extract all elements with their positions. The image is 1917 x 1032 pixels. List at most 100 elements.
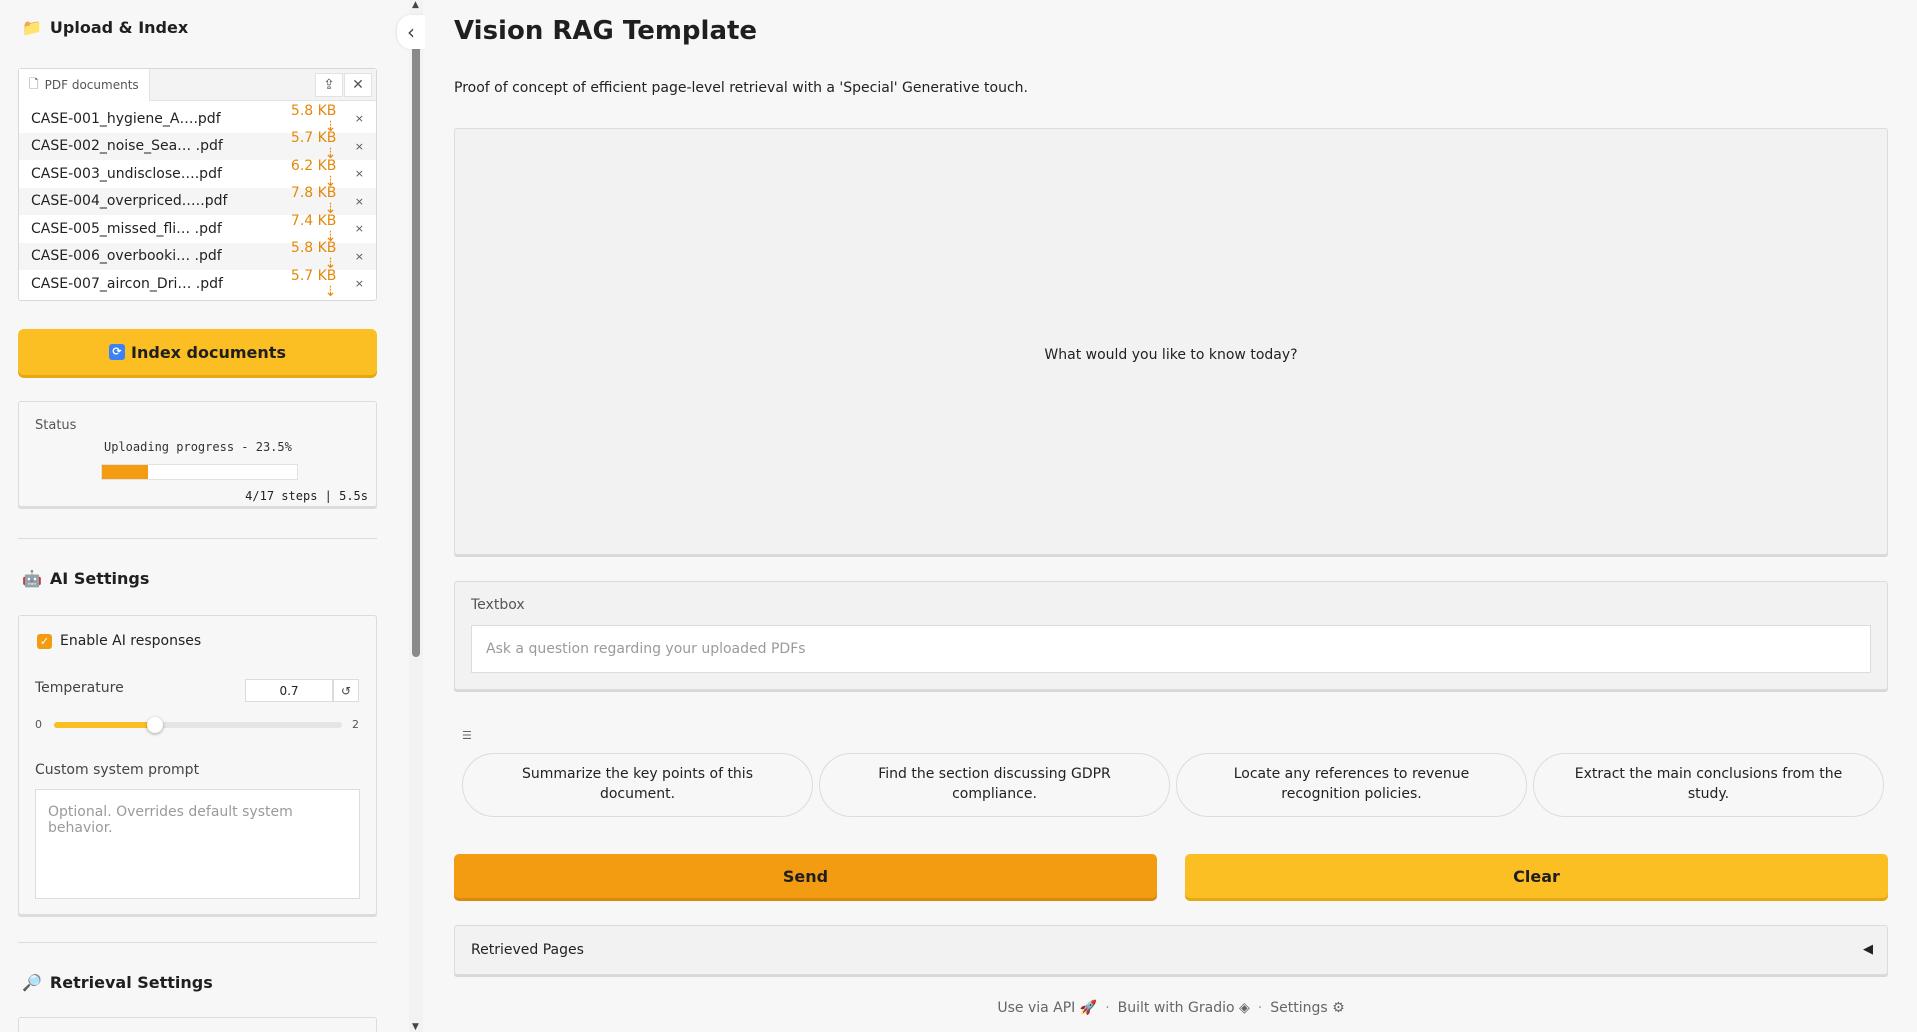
ai-settings-panel: ✓ Enable AI responses Temperature 0.7 ↺ … [18,615,377,915]
file-icon: 🗋 [29,76,39,91]
file-name: CASE-001_hygiene_A….pdf [31,110,221,127]
textbox-panel: Textbox Ask a question regarding your up… [454,581,1888,690]
collapse-sidebar-button[interactable]: ‹ [397,15,425,49]
upload-index-title: Upload & Index [49,18,189,37]
use-via-api-link[interactable]: Use via API 🚀 [997,1000,1097,1016]
file-name: CASE-004_overpriced.….pdf [31,193,228,210]
rocket-icon: 🚀 [1079,1000,1098,1016]
file-size-download-link[interactable]: 5.7 KB ⇣ [277,268,337,300]
sidebar-scrollbar[interactable]: ▲ ▼ [409,0,423,1032]
scroll-down-icon[interactable]: ▼ [412,1022,419,1032]
file-row[interactable]: CASE-001_hygiene_A….pdf 5.8 KB ⇣ × [19,103,376,135]
list-icon: ☰ [462,729,472,742]
sidebar: 📁 Upload & Index 🗋 PDF documents ⇪ ✕ CAS… [0,0,397,1032]
gear-icon: ⚙ [1332,1000,1345,1016]
custom-prompt-label: Custom system prompt [35,762,200,778]
file-name: CASE-007_aircon_Dri… .pdf [31,275,223,292]
progress-bar [101,464,298,480]
footer-separator: · [1105,1000,1110,1016]
pdf-documents-tab[interactable]: 🗋 PDF documents [19,69,150,101]
send-button[interactable]: Send [454,854,1157,898]
pdf-documents-tab-label: PDF documents [44,78,139,92]
retrieved-pages-accordion[interactable]: Retrieved Pages ◀ [454,925,1888,975]
retrieval-settings-panel [18,1017,377,1032]
file-panel-tabbar: 🗋 PDF documents ⇪ ✕ [19,69,376,101]
index-documents-label: Index documents [131,342,286,362]
reset-icon[interactable]: ↺ [333,679,359,702]
file-name: CASE-005_missed_fli… .pdf [31,220,222,237]
scroll-up-icon[interactable]: ▲ [412,0,419,10]
settings-label: Settings [1270,1000,1328,1016]
file-name: CASE-006_overbooki… .pdf [31,248,222,265]
status-panel: Status Uploading progress - 23.5% 4/17 s… [18,401,377,507]
section-divider [18,538,377,539]
page-subtitle: Proof of concept of efficient page-level… [454,80,1028,96]
retrieval-settings-header: 🔎 Retrieval Settings [22,973,213,992]
folder-icon: 📁 [22,18,42,37]
remove-file-icon[interactable]: × [336,222,364,235]
gradio-logo-icon: ◈ [1238,1000,1250,1016]
ai-settings-header: 🤖 AI Settings [22,569,149,588]
file-list: CASE-001_hygiene_A….pdf 5.8 KB ⇣ × CASE-002… [19,101,376,300]
remove-file-icon[interactable]: × [336,167,364,180]
section-divider [18,942,377,943]
temperature-input[interactable]: 0.7 [245,679,333,702]
temperature-max: 2 [352,718,359,731]
progress-steps: 4/17 steps | 5.5s [245,489,368,503]
refresh-icon: ⟳ [109,344,126,360]
temperature-min: 0 [35,718,42,731]
progress-bar-fill [102,465,148,479]
index-documents-button[interactable]: ⟳ Index documents [18,329,377,375]
question-input[interactable]: Ask a question regarding your uploaded P… [471,625,1871,673]
example-gdpr[interactable]: Find the section discussing GDPR complia… [819,753,1170,817]
status-label: Status [35,418,77,433]
remove-file-icon[interactable]: × [336,277,364,290]
pdf-file-panel: 🗋 PDF documents ⇪ ✕ CASE-001_hygiene_A….… [18,68,377,301]
file-row[interactable]: CASE-002_noise_Sea… .pdf 5.7 KB ⇣ × [19,130,376,162]
upload-icon[interactable]: ⇪ [315,73,343,97]
temperature-slider[interactable] [54,722,342,728]
main-panel: Vision RAG Template Proof of concept of … [425,0,1917,1032]
enable-ai-checkbox[interactable]: ✓ [37,634,52,649]
example-summarize[interactable]: Summarize the key points of this documen… [462,753,813,817]
settings-link[interactable]: Settings ⚙ [1270,1000,1344,1016]
file-row[interactable]: CASE-006_overbooki… .pdf 5.8 KB ⇣ × [19,240,376,272]
temperature-slider-fill [54,722,155,728]
chat-area: What would you like to know today? [454,128,1888,555]
file-name: CASE-002_noise_Sea… .pdf [31,138,223,155]
example-revenue[interactable]: Locate any references to revenue recogni… [1176,753,1527,817]
retrieved-pages-label: Retrieved Pages [471,942,584,958]
remove-file-icon[interactable]: × [336,250,364,263]
temperature-slider-thumb[interactable] [146,717,163,733]
remove-file-icon[interactable]: × [336,195,364,208]
textbox-label: Textbox [471,597,525,613]
custom-prompt-textarea[interactable]: Optional. Overrides default system behav… [35,789,360,899]
example-conclusions[interactable]: Extract the main conclusions from the st… [1533,753,1884,817]
remove-file-icon[interactable]: × [336,140,364,153]
file-name: CASE-003_undisclose….pdf [31,165,222,182]
remove-file-icon[interactable]: × [336,112,364,125]
retrieval-settings-title: Retrieval Settings [49,973,213,992]
file-row[interactable]: CASE-004_overpriced.….pdf 7.8 KB ⇣ × [19,185,376,217]
clear-button[interactable]: Clear [1185,854,1888,898]
magnifier-icon: 🔎 [22,973,42,992]
footer-separator: · [1257,1000,1263,1016]
app-root: 📁 Upload & Index 🗋 PDF documents ⇪ ✕ CAS… [0,0,1917,1032]
built-with-gradio-label: Built with Gradio [1117,1000,1235,1016]
file-row[interactable]: CASE-007_aircon_Dri… .pdf 5.7 KB ⇣ × [19,268,376,300]
close-icon[interactable]: ✕ [344,73,372,97]
footer: Use via API 🚀 · Built with Gradio ◈ · Se… [425,1000,1917,1016]
scrollbar-thumb[interactable] [412,46,420,657]
upload-index-header: 📁 Upload & Index [22,18,188,37]
file-row[interactable]: CASE-003_undisclose….pdf 6.2 KB ⇣ × [19,158,376,190]
ai-settings-title: AI Settings [49,569,150,588]
robot-icon: 🤖 [22,569,42,588]
temperature-label: Temperature [35,680,124,696]
chat-placeholder: What would you like to know today? [1044,347,1298,363]
enable-ai-label[interactable]: Enable AI responses [60,633,201,649]
progress-text: Uploading progress - 23.5% [104,440,292,454]
chevron-left-icon: ‹ [407,20,415,44]
built-with-gradio-link[interactable]: Built with Gradio ◈ [1118,1000,1250,1016]
file-row[interactable]: CASE-005_missed_fli… .pdf 7.4 KB ⇣ × [19,213,376,245]
use-via-api-label: Use via API [997,1000,1076,1016]
